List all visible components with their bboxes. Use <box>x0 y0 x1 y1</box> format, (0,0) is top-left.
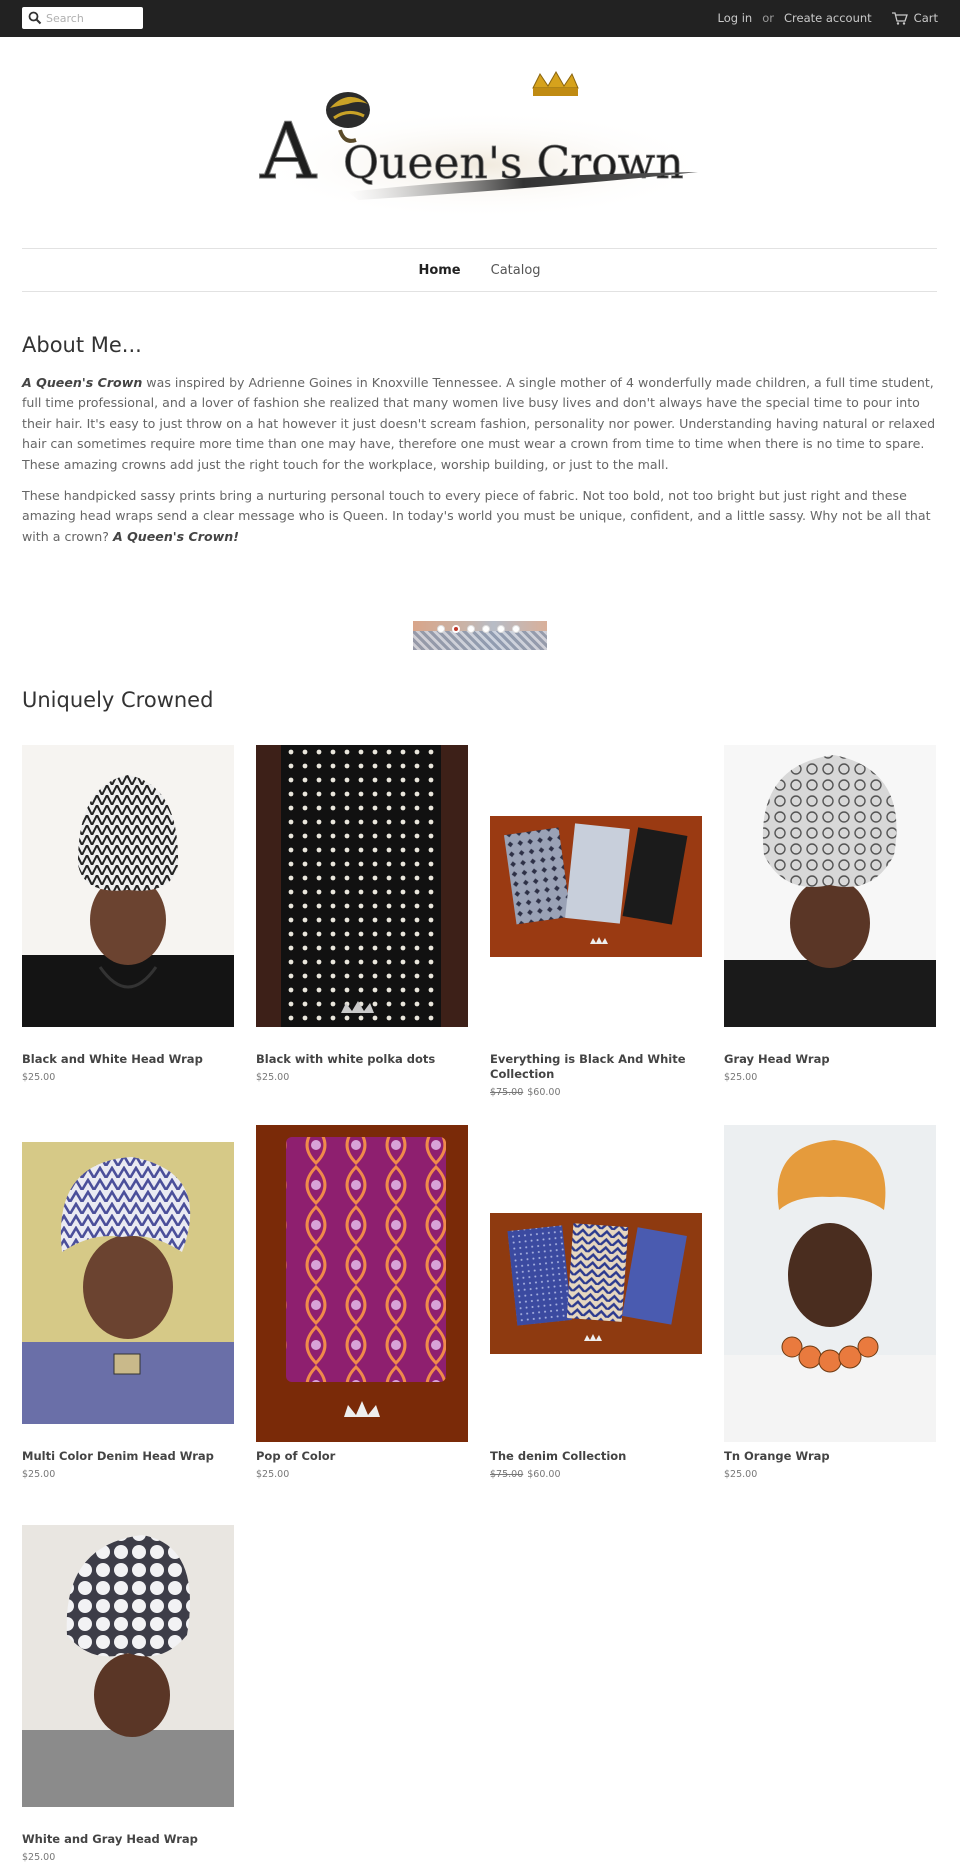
cart-label: Cart <box>913 11 938 25</box>
create-account-link[interactable]: Create account <box>784 11 872 25</box>
product-image[interactable] <box>256 745 468 1027</box>
product-name[interactable]: Gray Head Wrap <box>724 1052 936 1067</box>
product-card[interactable]: The denim Collection $75.00 $60.00 <box>490 1125 702 1485</box>
product-image[interactable] <box>22 1525 234 1807</box>
about-paragraph-1: A Queen's Crown was inspired by Adrienne… <box>22 373 940 475</box>
slide-dot[interactable] <box>467 625 475 633</box>
product-name[interactable]: Tn Orange Wrap <box>724 1449 936 1464</box>
account-links: Log in or Create account Cart <box>718 11 938 25</box>
logo-letter-a: A <box>259 107 318 197</box>
product-name[interactable]: Everything is Black And White Collection <box>490 1052 702 1082</box>
product-card[interactable]: Pop of Color $25.00 <box>256 1125 468 1485</box>
product-price: $25.00 <box>256 1469 290 1480</box>
product-name[interactable]: The denim Collection <box>490 1449 702 1464</box>
about-paragraph-1-text: was inspired by Adrienne Goines in Knoxv… <box>22 375 936 472</box>
nav-catalog[interactable]: Catalog <box>491 263 541 278</box>
product-price: $25.00 <box>22 1469 56 1480</box>
brand-name: A Queen's Crown <box>22 375 143 390</box>
slide-dot[interactable] <box>512 625 520 633</box>
product-name[interactable]: Black with white polka dots <box>256 1052 468 1067</box>
main-nav: Home Catalog <box>22 248 937 292</box>
product-card[interactable]: Everything is Black And White Collection… <box>490 745 702 1100</box>
product-sale-price: $60.00 <box>527 1469 561 1480</box>
slide-dot[interactable] <box>437 625 445 633</box>
about-heading: About Me... <box>22 333 142 357</box>
product-image[interactable] <box>22 745 234 1027</box>
product-card[interactable]: Tn Orange Wrap $25.00 <box>724 1125 936 1485</box>
product-price: $75.00 $60.00 <box>490 1087 561 1098</box>
product-name[interactable]: White and Gray Head Wrap <box>22 1832 234 1847</box>
product-name[interactable]: Pop of Color <box>256 1449 468 1464</box>
product-card[interactable]: Black and White Head Wrap $25.00 <box>22 745 234 1085</box>
about-text: A Queen's Crown was inspired by Adrienne… <box>22 373 940 558</box>
top-bar: Log in or Create account Cart <box>0 0 960 37</box>
product-card[interactable]: Multi Color Denim Head Wrap $25.00 <box>22 1125 234 1485</box>
product-price: $25.00 <box>22 1852 56 1863</box>
slideshow-dots <box>437 625 527 633</box>
crown-icon <box>532 70 579 96</box>
cart-link[interactable]: Cart <box>891 11 938 25</box>
product-card[interactable]: Gray Head Wrap $25.00 <box>724 745 936 1085</box>
product-price: $25.00 <box>724 1072 758 1083</box>
search-icon[interactable] <box>28 11 42 25</box>
slideshow[interactable] <box>413 621 547 650</box>
slide-dot[interactable] <box>497 625 505 633</box>
brand-name-closing: A Queen's Crown! <box>112 528 239 544</box>
product-image[interactable] <box>490 1213 702 1354</box>
slide-dot[interactable] <box>482 625 490 633</box>
or-text: or <box>762 11 774 25</box>
login-link[interactable]: Log in <box>718 11 753 25</box>
product-image[interactable] <box>724 745 936 1027</box>
slide-image <box>413 631 547 650</box>
store-logo[interactable]: A Queen's Crown <box>248 70 718 230</box>
product-price: $25.00 <box>22 1072 56 1083</box>
product-sale-price: $60.00 <box>527 1087 561 1098</box>
product-card[interactable]: Black with white polka dots $25.00 <box>256 745 468 1085</box>
nav-home[interactable]: Home <box>418 263 460 278</box>
cart-icon <box>891 11 908 25</box>
product-compare-price: $75.00 <box>490 1087 524 1098</box>
products-heading: Uniquely Crowned <box>22 688 214 712</box>
product-card[interactable]: White and Gray Head Wrap $25.00 <box>22 1525 234 1865</box>
product-compare-price: $75.00 <box>490 1469 524 1480</box>
about-paragraph-2: These handpicked sassy prints bring a nu… <box>22 486 940 547</box>
product-price: $25.00 <box>724 1469 758 1480</box>
product-image[interactable] <box>22 1142 234 1424</box>
search-box[interactable] <box>22 7 143 29</box>
product-image[interactable] <box>256 1125 468 1442</box>
product-price: $75.00 $60.00 <box>490 1469 561 1480</box>
product-name[interactable]: Black and White Head Wrap <box>22 1052 234 1067</box>
product-name[interactable]: Multi Color Denim Head Wrap <box>22 1449 234 1464</box>
slide-dot-active[interactable] <box>452 625 460 633</box>
product-image[interactable] <box>724 1125 936 1442</box>
search-input[interactable] <box>46 9 140 27</box>
product-price: $25.00 <box>256 1072 290 1083</box>
product-image[interactable] <box>490 816 702 957</box>
